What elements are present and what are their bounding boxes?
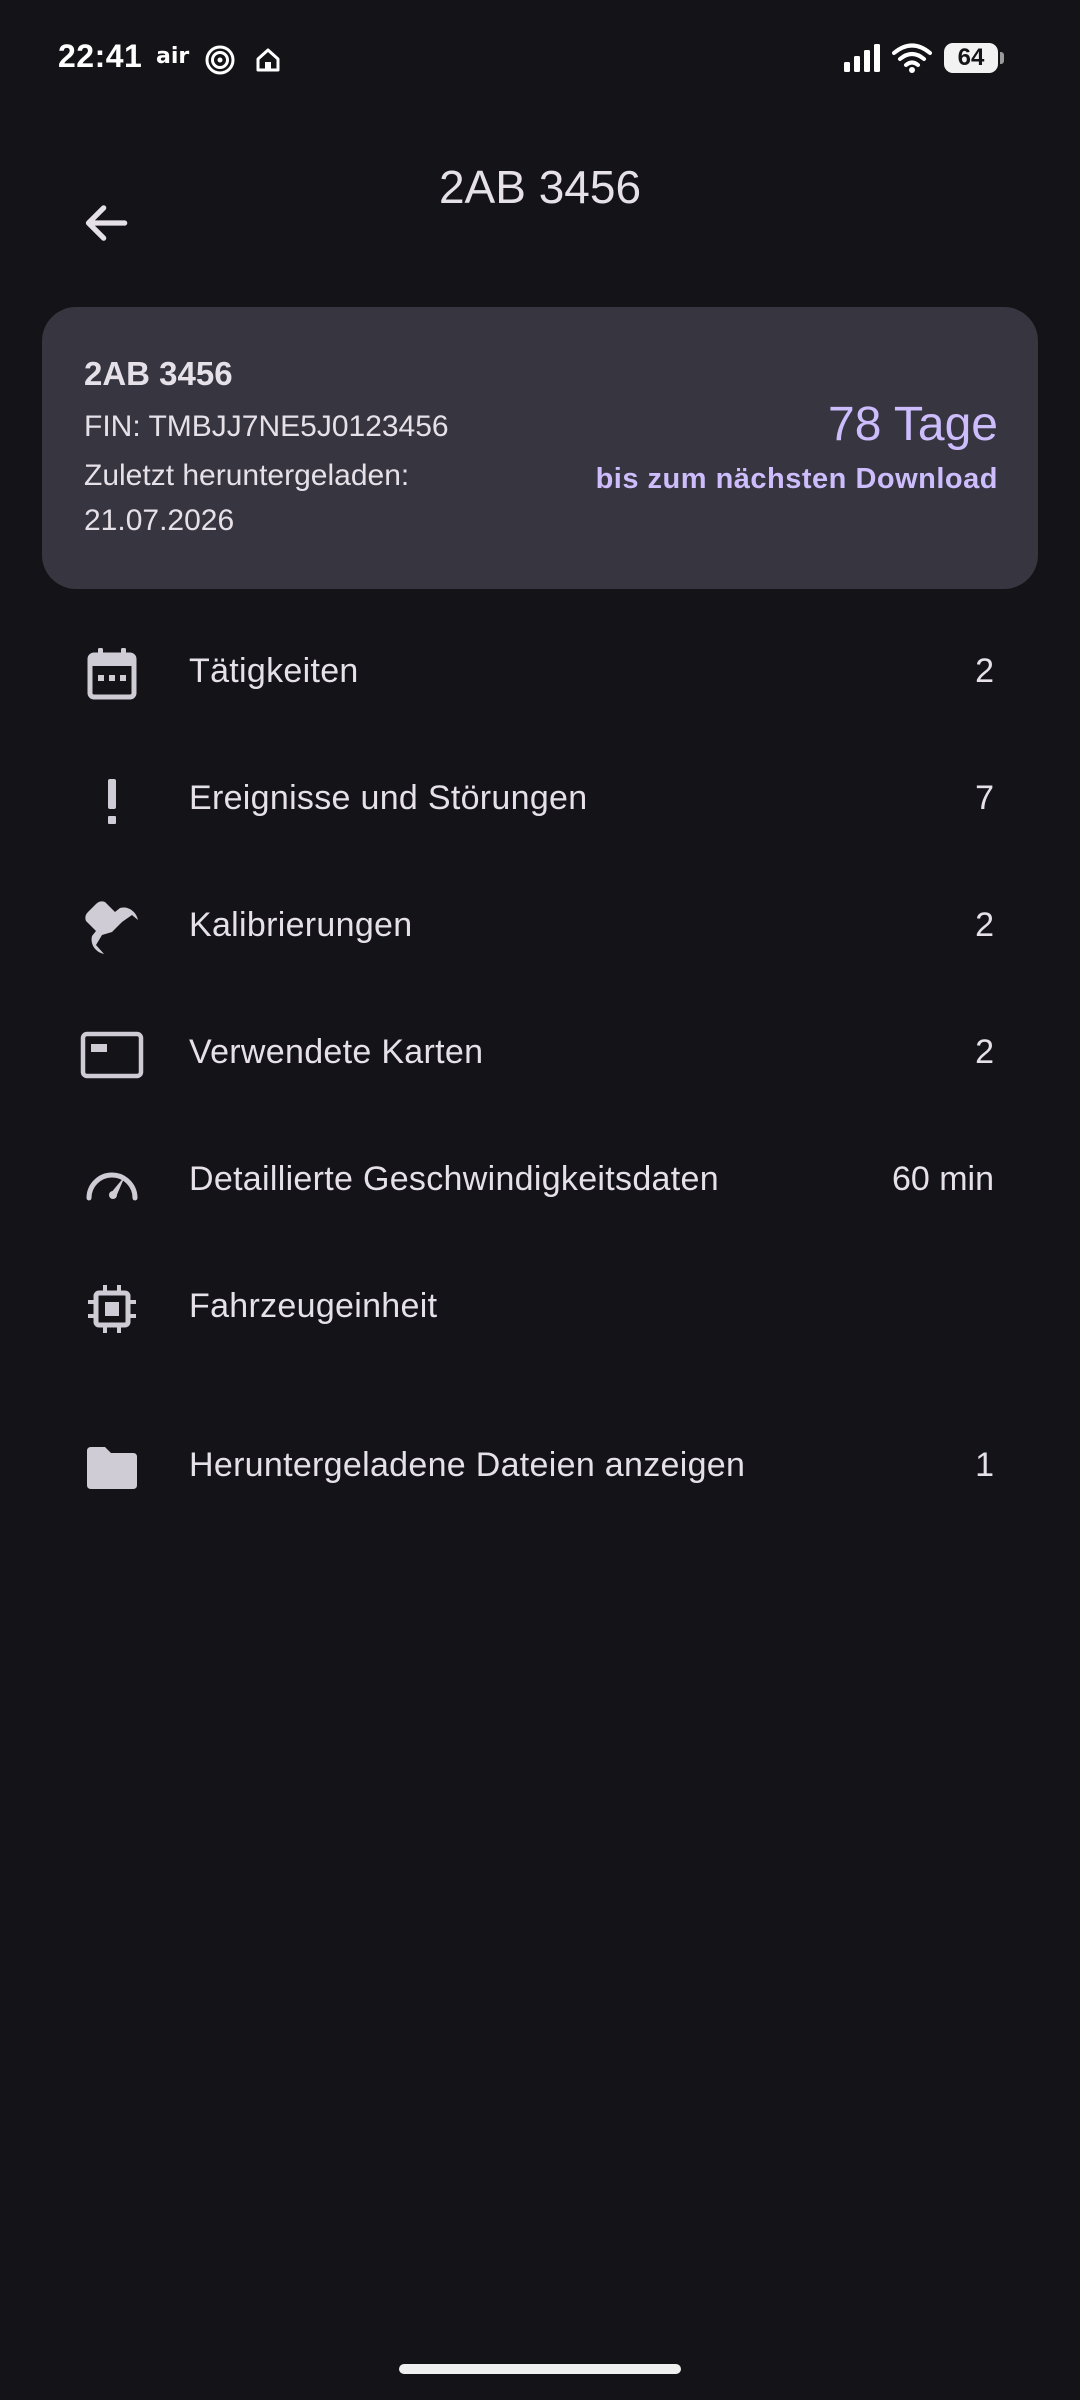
menu-item-activities[interactable]: Tätigkeiten 2 bbox=[0, 610, 1080, 737]
days-remaining-subtitle: bis zum nächsten Download bbox=[595, 463, 998, 495]
exclamation-icon bbox=[80, 769, 144, 833]
menu-item-used-cards[interactable]: Verwendete Karten 2 bbox=[0, 991, 1080, 1118]
menu-item-label: Verwendete Karten bbox=[189, 1033, 484, 1071]
battery-icon: 64 bbox=[944, 43, 998, 73]
menu-item-label: Fahrzeugeinheit bbox=[189, 1287, 438, 1325]
menu-item-speed-data[interactable]: Detaillierte Geschwindigkeitsdaten 60 mi… bbox=[0, 1118, 1080, 1245]
status-time: 22:41 bbox=[58, 38, 143, 74]
vehicle-fin: FIN: TMBJJ7NE5J0123456 bbox=[84, 410, 449, 443]
chip-icon bbox=[80, 1277, 144, 1341]
speedometer-icon bbox=[80, 1150, 144, 1214]
wrench-icon bbox=[80, 896, 144, 960]
menu-item-label: Heruntergeladene Dateien anzeigen bbox=[189, 1446, 746, 1484]
signal-icon bbox=[842, 42, 882, 79]
menu-item-label: Tätigkeiten bbox=[189, 652, 359, 690]
last-download-date: 21.07.2026 bbox=[84, 504, 235, 537]
menu-item-calibrations[interactable]: Kalibrierungen 2 bbox=[0, 864, 1080, 991]
last-download-label: Zuletzt heruntergeladen: bbox=[84, 459, 410, 492]
battery-tip bbox=[1000, 52, 1004, 64]
menu-item-count: 7 bbox=[975, 779, 994, 817]
menu-item-label: Detaillierte Geschwindigkeitsdaten bbox=[189, 1160, 719, 1198]
vehicle-plate: 2AB 3456 bbox=[84, 355, 233, 392]
card-icon bbox=[80, 1023, 144, 1087]
vehicle-card: 2AB 3456 FIN: TMBJJ7NE5J0123456 Zuletzt … bbox=[42, 307, 1038, 589]
wifi-icon bbox=[892, 42, 932, 79]
page-title: 2AB 3456 bbox=[438, 161, 642, 213]
hotspot-icon bbox=[204, 44, 236, 81]
menu-item-label: Kalibrierungen bbox=[189, 906, 413, 944]
menu-item-count: 2 bbox=[975, 906, 994, 944]
menu-item-count: 60 min bbox=[891, 1160, 994, 1198]
menu-item-events-faults[interactable]: Ereignisse und Störungen 7 bbox=[0, 737, 1080, 864]
menu-item-count: 2 bbox=[975, 652, 994, 690]
folder-icon bbox=[80, 1436, 144, 1500]
menu-item-count: 2 bbox=[975, 1033, 994, 1071]
home-indicator[interactable] bbox=[399, 2364, 681, 2374]
status-bar: 22:41 air 64 bbox=[0, 0, 1080, 120]
calendar-icon bbox=[80, 642, 144, 706]
home-icon bbox=[254, 46, 282, 79]
menu-item-downloaded-files[interactable]: Heruntergeladene Dateien anzeigen 1 bbox=[0, 1404, 1080, 1531]
air-icon: air bbox=[156, 44, 190, 69]
menu-item-label: Ereignisse und Störungen bbox=[189, 779, 588, 817]
menu-item-vehicle-unit[interactable]: Fahrzeugeinheit bbox=[0, 1245, 1080, 1372]
days-remaining: 78 Tage bbox=[828, 398, 998, 451]
menu-item-count: 1 bbox=[975, 1446, 994, 1484]
